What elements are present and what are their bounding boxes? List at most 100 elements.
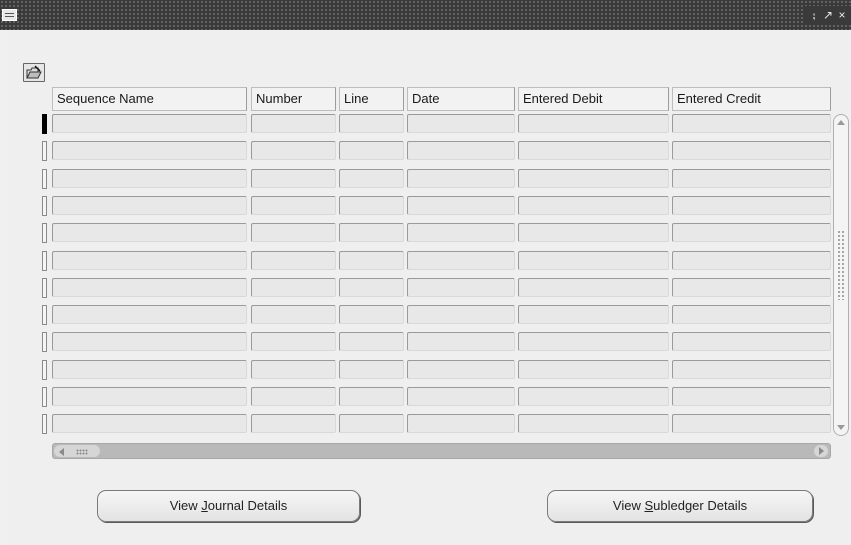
table-cell[interactable]: [52, 196, 247, 215]
table-cell[interactable]: [407, 278, 515, 297]
table-cell[interactable]: [339, 332, 404, 351]
table-cell[interactable]: [407, 223, 515, 242]
row-selector[interactable]: [42, 332, 47, 352]
table-cell[interactable]: [52, 141, 247, 160]
table-cell[interactable]: [52, 251, 247, 270]
scroll-left-icon[interactable]: [59, 448, 64, 456]
table-cell[interactable]: [518, 332, 669, 351]
window-menu-icon[interactable]: [2, 9, 17, 21]
row-selector[interactable]: [42, 223, 47, 243]
table-cell[interactable]: [251, 251, 336, 270]
table-cell[interactable]: [672, 251, 831, 270]
table-cell[interactable]: [518, 251, 669, 270]
table-cell[interactable]: [52, 360, 247, 379]
table-cell[interactable]: [518, 169, 669, 188]
table-cell[interactable]: [407, 196, 515, 215]
minimize-icon[interactable]: ⨟: [808, 6, 820, 24]
table-cell[interactable]: [672, 387, 831, 406]
table-cell[interactable]: [672, 332, 831, 351]
table-cell[interactable]: [672, 196, 831, 215]
table-cell[interactable]: [251, 223, 336, 242]
table-cell[interactable]: [672, 305, 831, 324]
table-cell[interactable]: [339, 387, 404, 406]
table-cell[interactable]: [407, 414, 515, 433]
table-cell[interactable]: [339, 223, 404, 242]
scroll-up-icon[interactable]: [837, 120, 845, 125]
table-cell[interactable]: [672, 278, 831, 297]
table-cell[interactable]: [251, 360, 336, 379]
table-cell[interactable]: [52, 169, 247, 188]
table-cell[interactable]: [251, 114, 336, 133]
table-cell[interactable]: [407, 141, 515, 160]
table-cell[interactable]: [251, 414, 336, 433]
table-cell[interactable]: [251, 141, 336, 160]
row-selector[interactable]: [42, 387, 47, 407]
table-cell[interactable]: [52, 278, 247, 297]
row-selector[interactable]: [42, 305, 47, 325]
maximize-icon[interactable]: ↗: [822, 6, 834, 24]
table-cell[interactable]: [518, 305, 669, 324]
table-cell[interactable]: [407, 332, 515, 351]
scroll-right-button[interactable]: [814, 445, 828, 457]
table-cell[interactable]: [407, 360, 515, 379]
table-cell[interactable]: [339, 169, 404, 188]
folder-edit-icon[interactable]: [23, 63, 45, 82]
table-cell[interactable]: [251, 278, 336, 297]
table-cell[interactable]: [672, 141, 831, 160]
view-subledger-details-button[interactable]: View Subledger Details: [547, 490, 813, 522]
table-cell[interactable]: [407, 114, 515, 133]
table-cell[interactable]: [52, 223, 247, 242]
button-label: ournal Details: [207, 498, 288, 513]
row-selector[interactable]: [42, 196, 47, 216]
table-cell[interactable]: [251, 332, 336, 351]
table-cell[interactable]: [407, 305, 515, 324]
table-cell[interactable]: [52, 332, 247, 351]
horizontal-scrollbar[interactable]: [52, 443, 831, 459]
row-selector[interactable]: [42, 278, 47, 298]
table-cell[interactable]: [518, 114, 669, 133]
table-cell[interactable]: [339, 414, 404, 433]
table-cell[interactable]: [672, 360, 831, 379]
row-selector[interactable]: [42, 114, 47, 134]
table-cell[interactable]: [518, 223, 669, 242]
table-cell[interactable]: [52, 114, 247, 133]
scroll-down-icon[interactable]: [837, 425, 845, 430]
row-selector[interactable]: [42, 360, 47, 380]
horizontal-scroll-thumb[interactable]: [54, 445, 100, 457]
table-cell[interactable]: [52, 387, 247, 406]
row-selector[interactable]: [42, 414, 47, 434]
table-cell[interactable]: [339, 141, 404, 160]
table-cell[interactable]: [339, 114, 404, 133]
table-cell[interactable]: [407, 251, 515, 270]
table-cell[interactable]: [251, 196, 336, 215]
table-cell[interactable]: [672, 114, 831, 133]
close-icon[interactable]: ×: [836, 6, 848, 24]
table-cell[interactable]: [339, 196, 404, 215]
table-cell[interactable]: [518, 387, 669, 406]
table-cell[interactable]: [518, 278, 669, 297]
table-cell[interactable]: [518, 414, 669, 433]
table-cell[interactable]: [339, 251, 404, 270]
table-cell[interactable]: [339, 278, 404, 297]
table-cell[interactable]: [672, 223, 831, 242]
table-cell[interactable]: [339, 305, 404, 324]
table-cell[interactable]: [52, 305, 247, 324]
table-cell[interactable]: [339, 360, 404, 379]
row-selector[interactable]: [42, 169, 47, 189]
vertical-scrollbar[interactable]: [833, 114, 849, 436]
table-cell[interactable]: [52, 414, 247, 433]
row-selector[interactable]: [42, 251, 47, 271]
row-selector[interactable]: [42, 141, 47, 161]
table-cell[interactable]: [672, 414, 831, 433]
view-journal-details-button[interactable]: View Journal Details: [97, 490, 360, 522]
table-cell[interactable]: [518, 196, 669, 215]
table-cell[interactable]: [407, 169, 515, 188]
table-cell[interactable]: [518, 141, 669, 160]
table-cell[interactable]: [251, 387, 336, 406]
table-cell[interactable]: [672, 169, 831, 188]
table-cell[interactable]: [407, 387, 515, 406]
table-cell[interactable]: [518, 360, 669, 379]
scroll-grip[interactable]: [837, 230, 845, 300]
table-cell[interactable]: [251, 305, 336, 324]
table-cell[interactable]: [251, 169, 336, 188]
